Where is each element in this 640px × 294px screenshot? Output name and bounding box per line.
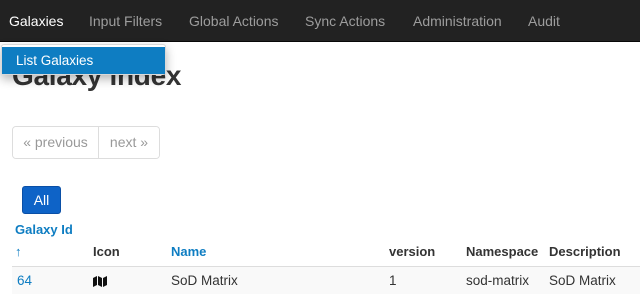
header-version: version (389, 244, 436, 259)
galaxies-dropdown-menu: List Galaxies (1, 44, 166, 75)
previous-page-button[interactable]: « previous (13, 127, 99, 158)
sort-ascending-icon[interactable]: ↑ (15, 244, 22, 259)
dropdown-item-list-galaxies[interactable]: List Galaxies (2, 47, 165, 74)
cell-namespace: sod-matrix (466, 273, 530, 288)
cell-galaxy-id-link[interactable]: 64 (17, 273, 32, 288)
nav-sync-actions[interactable]: Sync Actions (305, 0, 385, 42)
header-galaxy-id[interactable]: Galaxy Id (15, 222, 73, 237)
header-description: Description (549, 244, 621, 259)
filter-all-button[interactable]: All (22, 186, 61, 214)
nav-audit[interactable]: Audit (528, 0, 560, 42)
header-namespace: Namespace (466, 244, 539, 259)
cell-version: 1 (389, 273, 397, 288)
header-name[interactable]: Name (171, 244, 206, 259)
nav-galaxies[interactable]: Galaxies (9, 0, 63, 42)
header-icon: Icon (93, 244, 120, 259)
cell-name: SoD Matrix (171, 273, 238, 288)
cell-description: SoD Matrix (549, 273, 616, 288)
nav-administration[interactable]: Administration (413, 0, 502, 42)
nav-global-actions[interactable]: Global Actions (189, 0, 279, 42)
pagination: « previous next » (12, 126, 160, 159)
map-icon (93, 276, 107, 287)
top-navbar: Galaxies Input Filters Global Actions Sy… (0, 0, 640, 42)
nav-input-filters[interactable]: Input Filters (89, 0, 162, 42)
next-page-button[interactable]: next » (99, 127, 159, 158)
